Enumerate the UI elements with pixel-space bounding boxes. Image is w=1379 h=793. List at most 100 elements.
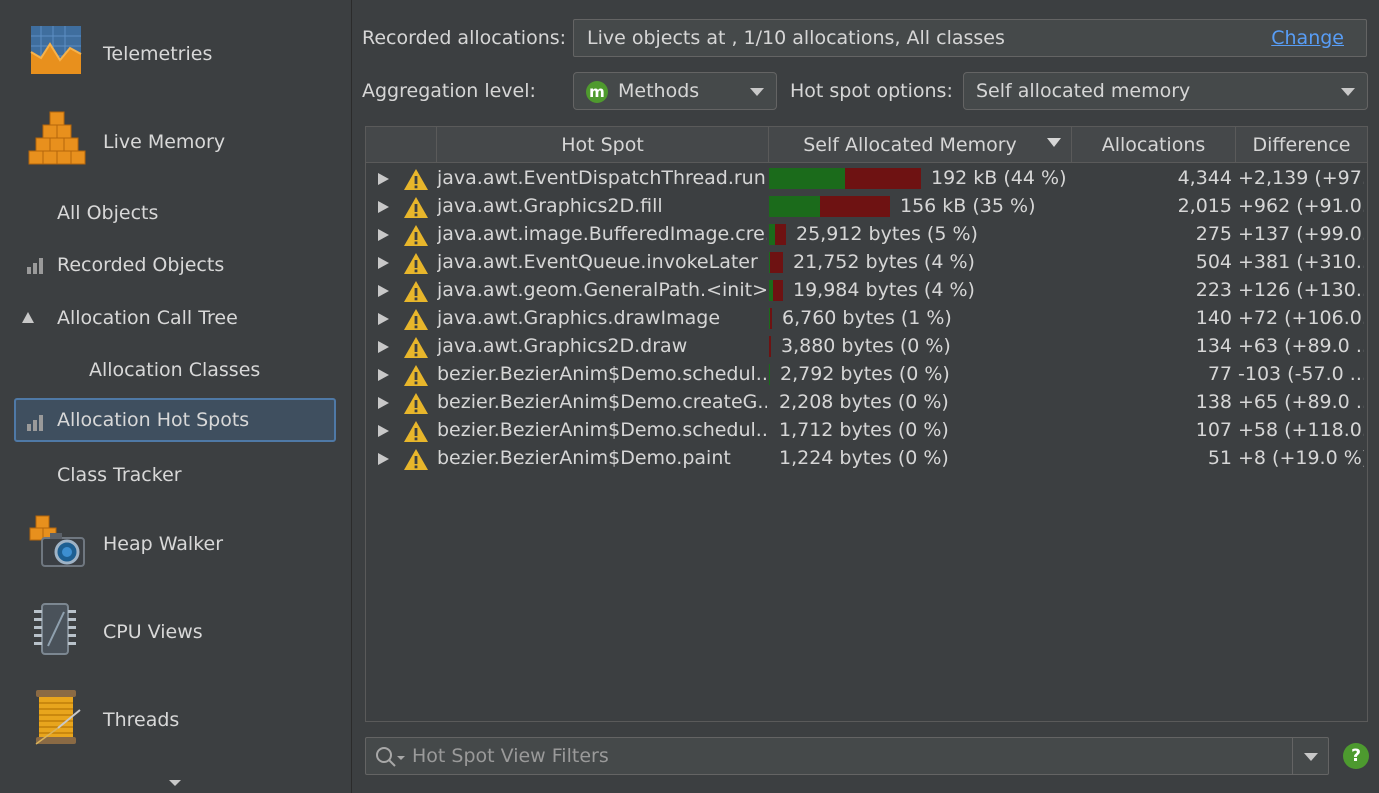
self-allocated-memory: 25,912 bytes (5 %) <box>796 223 978 245</box>
sidebar-item-allocation-call-tree[interactable]: Allocation Call Tree <box>0 296 352 340</box>
collapse-triangle-icon[interactable] <box>22 312 34 323</box>
memory-bar-red <box>769 336 771 357</box>
change-link[interactable]: Change <box>1271 27 1344 49</box>
table-row[interactable]: java.awt.Graphics.drawImage 6,760 bytes (… <box>366 305 1367 333</box>
difference-value: -103 (-57.0 ... <box>1238 363 1364 385</box>
sidebar-heap-walker[interactable]: Heap Walker <box>0 504 352 584</box>
sidebar-item-allocation-classes[interactable]: Allocation Classes <box>0 348 352 392</box>
memory-bar <box>769 364 770 385</box>
hot-spot-method: java.awt.Graphics2D.draw <box>437 335 688 357</box>
warning-icon <box>403 308 429 336</box>
table-row[interactable]: bezier.BezierAnim$Demo.createG... 2,208 b… <box>366 389 1367 417</box>
hot-spot-method: java.awt.EventQueue.invokeLater <box>437 251 758 273</box>
hot-spot-options-label: Hot spot options: <box>790 80 953 102</box>
bar-chart-icon <box>27 414 47 437</box>
table-row[interactable]: java.awt.geom.GeneralPath.<init> 19,984 b… <box>366 277 1367 305</box>
table-row[interactable]: java.awt.EventDispatchThread.run 192 kB (… <box>366 165 1367 193</box>
column-header-label: Self Allocated Memory <box>803 133 1017 156</box>
heap-walker-icon <box>28 512 86 570</box>
table-row[interactable]: bezier.BezierAnim$Demo.paint 1,224 bytes … <box>366 445 1367 473</box>
scroll-down-icon[interactable] <box>169 780 181 786</box>
column-header-expand[interactable] <box>366 127 437 162</box>
cpu-chip-icon <box>28 600 86 658</box>
table-row[interactable]: java.awt.EventQueue.invokeLater 21,752 by… <box>366 249 1367 277</box>
aggregation-level-dropdown[interactable]: m Methods <box>573 72 777 110</box>
sidebar-item-label: Allocation Hot Spots <box>57 409 250 431</box>
filter-input[interactable] <box>410 742 1290 770</box>
allocations-count: 51 <box>1207 447 1232 469</box>
expand-arrow-icon[interactable] <box>378 369 389 381</box>
search-icon[interactable] <box>375 746 407 772</box>
self-allocated-memory: 2,792 bytes (0 %) <box>780 363 950 385</box>
allocations-count: 134 <box>1195 335 1232 357</box>
expand-arrow-icon[interactable] <box>378 397 389 409</box>
column-header-self-memory[interactable]: Self Allocated Memory <box>769 127 1072 162</box>
expand-arrow-icon[interactable] <box>378 229 389 241</box>
self-allocated-memory: 3,880 bytes (0 %) <box>781 335 951 357</box>
expand-arrow-icon[interactable] <box>378 453 389 465</box>
sidebar-cpu-views[interactable]: CPU Views <box>0 592 352 672</box>
recorded-allocations-label: Recorded allocations: <box>362 27 567 49</box>
column-header-hot-spot[interactable]: Hot Spot <box>437 127 769 162</box>
warning-icon <box>403 420 429 448</box>
expand-arrow-icon[interactable] <box>378 425 389 437</box>
warning-icon <box>403 392 429 420</box>
memory-bar-green <box>769 364 770 385</box>
sidebar-live-memory[interactable]: Live Memory <box>0 102 352 182</box>
sidebar-item-label: Allocation Call Tree <box>57 307 238 329</box>
memory-bar <box>769 336 771 357</box>
expand-arrow-icon[interactable] <box>378 201 389 213</box>
allocations-count: 4,344 <box>1177 167 1232 189</box>
difference-value: +72 (+106.0... <box>1238 307 1364 329</box>
warning-icon <box>403 224 429 252</box>
hot-spot-method: bezier.BezierAnim$Demo.createG... <box>437 391 767 413</box>
live-memory-icon <box>28 110 86 168</box>
hot-spot-filter-box <box>365 737 1329 775</box>
column-header-allocations[interactable]: Allocations <box>1072 127 1236 162</box>
table-row[interactable]: bezier.BezierAnim$Demo.schedul... 1,712 b… <box>366 417 1367 445</box>
self-allocated-memory: 2,208 bytes (0 %) <box>779 391 949 413</box>
expand-arrow-icon[interactable] <box>378 173 389 185</box>
table-row[interactable]: java.awt.Graphics2D.fill 156 kB (35 %) 2,0… <box>366 193 1367 221</box>
sidebar-item-label: Allocation Classes <box>89 359 261 381</box>
column-header-difference[interactable]: Difference <box>1236 127 1367 162</box>
sidebar-telemetries[interactable]: Telemetries <box>0 14 352 94</box>
difference-value: +137 (+99.0... <box>1238 223 1364 245</box>
recorded-allocations-value: Live objects at , 1/10 allocations, All … <box>587 27 1005 49</box>
table-row[interactable]: java.awt.Graphics2D.draw 3,880 bytes (0 %… <box>366 333 1367 361</box>
table-header: Hot Spot Self Allocated Memory Allocatio… <box>366 127 1367 163</box>
hot-spot-method: java.awt.EventDispatchThread.run <box>437 167 766 189</box>
memory-bar-green <box>769 196 820 217</box>
allocations-count: 275 <box>1195 223 1232 245</box>
hot-spot-options-dropdown[interactable]: Self allocated memory <box>963 72 1368 110</box>
warning-icon <box>403 448 429 476</box>
expand-arrow-icon[interactable] <box>378 341 389 353</box>
sidebar-item-allocation-hot-spots[interactable]: Allocation Hot Spots <box>14 398 336 442</box>
sidebar-item-recorded-objects[interactable]: Recorded Objects <box>0 243 352 287</box>
hot-spot-method: java.awt.geom.GeneralPath.<init> <box>437 279 767 301</box>
expand-arrow-icon[interactable] <box>378 313 389 325</box>
sidebar-label: Live Memory <box>103 131 226 153</box>
self-allocated-memory: 1,224 bytes (0 %) <box>779 447 949 469</box>
sort-descending-icon <box>1047 138 1061 147</box>
sidebar-item-all-objects[interactable]: All Objects <box>0 191 352 235</box>
sidebar-threads[interactable]: Threads <box>0 680 352 760</box>
warning-icon <box>403 252 429 280</box>
self-allocated-memory: 19,984 bytes (4 %) <box>793 279 975 301</box>
allocations-count: 2,015 <box>1177 195 1232 217</box>
self-allocated-memory: 21,752 bytes (4 %) <box>793 251 975 273</box>
allocations-count: 107 <box>1195 419 1232 441</box>
memory-bar <box>769 168 921 189</box>
expand-arrow-icon[interactable] <box>378 285 389 297</box>
sidebar-item-class-tracker[interactable]: Class Tracker <box>0 453 352 497</box>
filter-dropdown-button[interactable] <box>1292 738 1328 774</box>
allocations-count: 504 <box>1195 251 1232 273</box>
table-row[interactable]: java.awt.image.BufferedImage.cre... 25,91… <box>366 221 1367 249</box>
help-icon[interactable]: ? <box>1343 743 1369 769</box>
memory-bar-red <box>770 252 783 273</box>
aggregation-level-label: Aggregation level: <box>362 80 536 102</box>
sidebar-label: CPU Views <box>103 621 203 643</box>
expand-arrow-icon[interactable] <box>378 257 389 269</box>
allocations-count: 138 <box>1195 391 1232 413</box>
table-row[interactable]: bezier.BezierAnim$Demo.schedul... 2,792 b… <box>366 361 1367 389</box>
